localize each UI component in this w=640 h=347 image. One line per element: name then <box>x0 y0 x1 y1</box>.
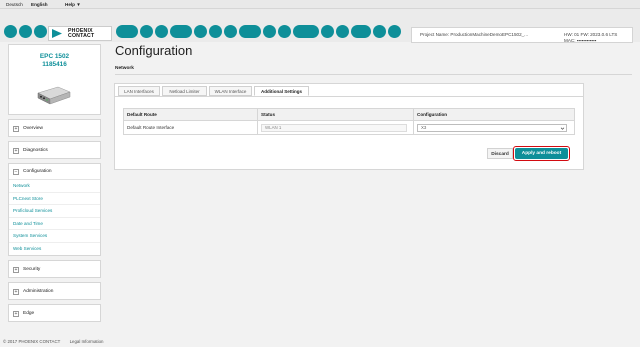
tab-additional-settings[interactable]: Additional Settings <box>254 86 309 96</box>
chevron-down-icon <box>560 127 565 130</box>
sidebar-subitem-web-services[interactable]: Web Services <box>9 243 100 256</box>
logo-arrow-icon <box>52 28 68 39</box>
sidebar: EPC 1502 1185416 + Overview + Diagnostic… <box>8 44 101 322</box>
language-deutsch-link[interactable]: Deutsch <box>6 2 23 7</box>
column-header: Status <box>258 109 414 120</box>
sidebar-item-security[interactable]: + Security <box>8 260 101 278</box>
tab-wlan-interface[interactable]: WLAN Interface <box>209 86 252 96</box>
footer-copyright: © 2017 PHOENIX CONTACT <box>3 339 61 344</box>
expand-icon: + <box>13 289 19 295</box>
sidebar-item-label: Security <box>23 267 41 272</box>
table-row: Default Route Interface WLAN 1 X3 <box>124 121 574 134</box>
language-english-link[interactable]: English <box>31 2 48 7</box>
page-title: Configuration <box>115 43 193 58</box>
status-cell: WLAN 1 <box>258 121 414 134</box>
expand-icon: + <box>13 148 19 154</box>
device-card: EPC 1502 1185416 <box>8 44 101 115</box>
sidebar-item-diagnostics[interactable]: + Diagnostics <box>8 141 101 159</box>
configuration-cell: X3 <box>414 121 574 134</box>
footer: © 2017 PHOENIX CONTACT Legal Information <box>3 339 112 344</box>
sidebar-item-label: Administration <box>23 289 54 294</box>
expand-icon: + <box>13 311 19 317</box>
sidebar-group-configuration: − Configuration Network PLCnext Store Pr… <box>8 163 101 256</box>
row-name: Default Route Interface <box>124 121 258 134</box>
configuration-select[interactable]: X3 <box>417 123 567 132</box>
tab-netload-limiter[interactable]: Netload Limiter <box>162 86 207 96</box>
device-model: EPC 1502 <box>39 53 70 60</box>
sidebar-item-label: Overview <box>23 126 43 131</box>
sidebar-subitem-date-and-time[interactable]: Date and Time <box>9 218 100 230</box>
project-info-box: Project Name: ProductionMachineDemoEPC15… <box>411 27 633 43</box>
expand-icon: + <box>13 126 19 132</box>
sidebar-subitem-plcnext-store[interactable]: PLCnext Store <box>9 193 100 205</box>
sidebar-subitem-proficloud-services[interactable]: Proficloud Services <box>9 205 100 218</box>
tab-lan-interfaces[interactable]: LAN Interfaces <box>118 86 160 96</box>
column-header: Configuration <box>417 112 448 117</box>
sidebar-item-label: Configuration <box>23 169 52 174</box>
table-header-row: Default Route Status Configuration <box>124 109 574 121</box>
top-menu-bar: Deutsch English Help ▼ <box>0 0 640 9</box>
apply-and-reboot-button[interactable]: Apply and reboot <box>515 148 568 159</box>
sidebar-item-edge[interactable]: + Edge <box>8 304 101 322</box>
footer-legal-link[interactable]: Legal Information <box>70 339 104 344</box>
expand-icon: + <box>13 267 19 273</box>
settings-panel: LAN Interfaces Netload Limiter WLAN Inte… <box>114 83 584 170</box>
status-field: WLAN 1 <box>261 123 407 132</box>
sidebar-item-label: Diagnostics <box>23 148 48 153</box>
discard-button[interactable]: Discard <box>487 148 513 159</box>
device-serial: 1185416 <box>42 61 67 68</box>
sidebar-item-label: Edge <box>23 311 35 316</box>
sidebar-item-configuration[interactable]: − Configuration <box>9 164 100 180</box>
logo-line-2: CONTACT <box>68 32 95 39</box>
default-route-table: Default Route Status Configuration Defau… <box>123 108 575 135</box>
column-header: Default Route <box>124 109 258 120</box>
hw-fw-version: HW: 01 FW: 2023.0.6 LTS <box>564 32 618 37</box>
sidebar-item-overview[interactable]: + Overview <box>8 119 101 137</box>
section-label: Network <box>115 66 134 71</box>
configuration-select-value: X3 <box>421 124 427 130</box>
brand-banner: PHOENIX CONTACT Project Name: Production… <box>0 9 640 43</box>
sidebar-item-administration[interactable]: + Administration <box>8 282 101 300</box>
mac-address: MAC: ▪▪▪▪▪▪▪▪▪▪▪▪ <box>564 38 597 43</box>
divider <box>115 96 583 97</box>
device-image <box>37 86 71 105</box>
phoenix-contact-logo[interactable]: PHOENIX CONTACT <box>48 26 112 41</box>
collapse-icon: − <box>13 169 19 175</box>
sidebar-subitem-system-services[interactable]: System Services <box>9 230 100 243</box>
sidebar-subitem-network[interactable]: Network <box>9 180 100 193</box>
help-menu[interactable]: Help ▼ <box>65 2 81 7</box>
divider <box>115 74 632 75</box>
project-name: Project Name: ProductionMachineDemoEPC15… <box>420 32 529 37</box>
